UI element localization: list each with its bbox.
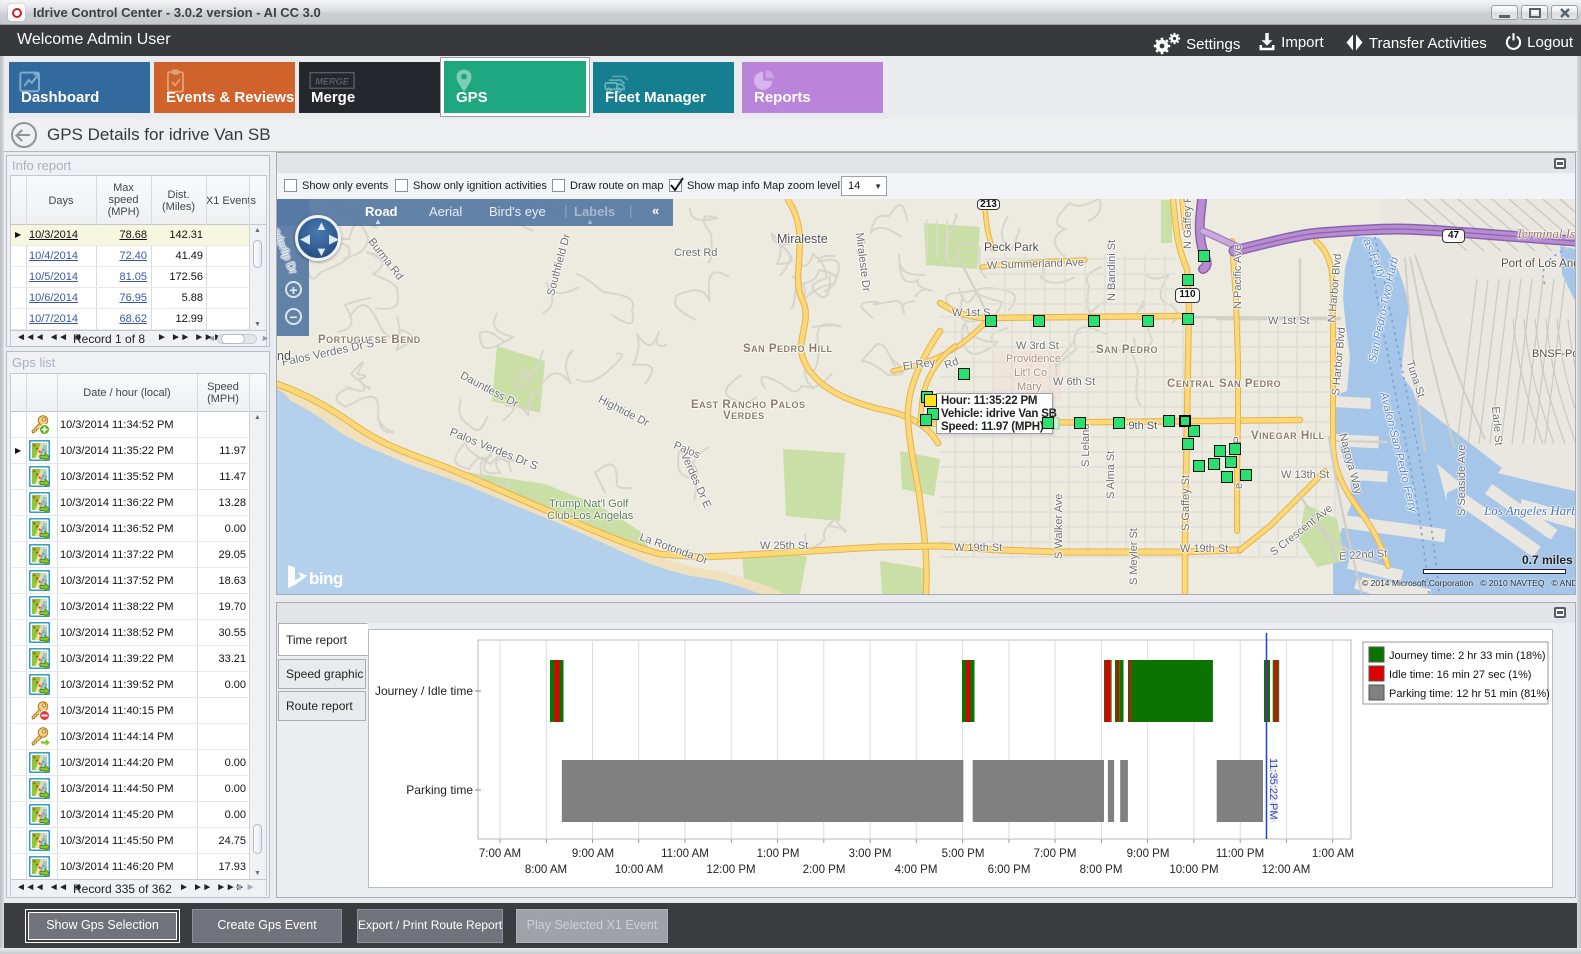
svg-text:Parking time: Parking time [406, 783, 473, 797]
svg-text:8:00 AM: 8:00 AM [525, 864, 567, 876]
svg-text:Journey time: 2 hr 33 min (18%: Journey time: 2 hr 33 min (18%) [1389, 650, 1546, 662]
svg-text:11:35:22 PM: 11:35:22 PM [1267, 758, 1279, 820]
svg-text:1:00 PM: 1:00 PM [757, 848, 800, 860]
svg-text:4:00 PM: 4:00 PM [895, 864, 938, 876]
svg-text:11:00 PM: 11:00 PM [1216, 848, 1264, 860]
svg-text:7:00 AM: 7:00 AM [479, 848, 521, 860]
svg-text:Journey / Idle time: Journey / Idle time [375, 684, 473, 698]
svg-text:11:00 AM: 11:00 AM [661, 848, 709, 860]
svg-text:1:00 AM: 1:00 AM [1312, 848, 1354, 860]
svg-text:10:00 PM: 10:00 PM [1169, 864, 1218, 876]
svg-text:5:00 PM: 5:00 PM [942, 848, 985, 860]
svg-text:9:00 AM: 9:00 AM [572, 848, 614, 860]
svg-text:6:00 PM: 6:00 PM [988, 864, 1031, 876]
svg-text:Parking time: 12 hr 51 min (81: Parking time: 12 hr 51 min (81%) [1389, 688, 1550, 700]
svg-text:9:00 PM: 9:00 PM [1127, 848, 1170, 860]
svg-text:8:00 PM: 8:00 PM [1080, 864, 1123, 876]
svg-text:12:00 PM: 12:00 PM [706, 864, 755, 876]
svg-text:3:00 PM: 3:00 PM [849, 848, 892, 860]
svg-text:bing: bing [309, 569, 343, 588]
svg-text:12:00 AM: 12:00 AM [1262, 864, 1311, 876]
svg-text:Idle time: 16 min 27 sec (1%): Idle time: 16 min 27 sec (1%) [1389, 669, 1531, 681]
svg-text:7:00 PM: 7:00 PM [1034, 848, 1077, 860]
svg-text:2:00 PM: 2:00 PM [803, 864, 846, 876]
svg-text:MERGE: MERGE [315, 77, 349, 87]
svg-text:10:00 AM: 10:00 AM [615, 864, 664, 876]
